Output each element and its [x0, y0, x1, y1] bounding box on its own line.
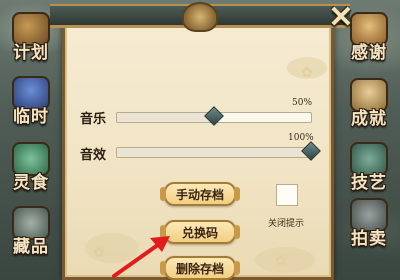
side-button-collection[interactable]: 藏品	[2, 204, 60, 256]
delete-save-label: 删除存档	[175, 261, 224, 276]
close-button[interactable]: ✕	[324, 3, 358, 33]
redeem-code-label: 兑换码	[181, 225, 218, 240]
close-icon: ✕	[328, 0, 354, 35]
side-button-label: 拍卖	[351, 229, 387, 249]
panel-header-bar	[50, 2, 350, 32]
plan-scroll-icon	[12, 12, 50, 46]
flower-decoration: ✿	[301, 65, 313, 81]
music-label: 音乐	[80, 112, 107, 127]
close-tips-label: 关闭提示	[268, 219, 305, 229]
side-button-auction[interactable]: 拍卖	[340, 196, 398, 248]
teapot-icon	[350, 142, 388, 176]
side-button-label: 藏品	[13, 237, 49, 257]
sfx-slider-fill	[117, 148, 311, 157]
side-button-label: 技艺	[351, 173, 387, 193]
cauldron-icon	[12, 206, 50, 240]
manual-save-button[interactable]: 手动存档	[160, 182, 240, 206]
music-slider[interactable]	[116, 106, 312, 126]
flower-decoration: ✿	[93, 245, 105, 261]
side-button-label: 感谢	[351, 43, 387, 63]
music-slider-fill	[117, 113, 214, 122]
close-tips-checkbox[interactable]	[276, 184, 298, 206]
trophy-scroll-icon	[350, 78, 388, 112]
side-button-label: 成就	[351, 109, 387, 129]
header-ornament-icon	[182, 2, 218, 32]
scales-icon	[350, 198, 388, 232]
side-button-label: 灵食	[13, 173, 49, 193]
sfx-slider[interactable]	[116, 141, 321, 161]
flower-decoration: ✿	[275, 253, 287, 269]
food-bowl-icon	[12, 142, 50, 176]
manual-save-label: 手动存档	[175, 187, 224, 202]
side-button-label: 计划	[13, 43, 49, 63]
sfx-label: 音效	[80, 148, 107, 163]
side-button-temporary[interactable]: 临时	[2, 74, 60, 126]
red-arrow-icon	[112, 236, 170, 278]
side-button-achievements[interactable]: 成就	[340, 76, 398, 128]
pouch-icon	[12, 76, 50, 110]
side-button-label: 临时	[13, 107, 49, 127]
music-percent: 50%	[292, 98, 313, 108]
side-button-food[interactable]: 灵食	[2, 140, 60, 192]
side-button-skills[interactable]: 技艺	[340, 140, 398, 192]
